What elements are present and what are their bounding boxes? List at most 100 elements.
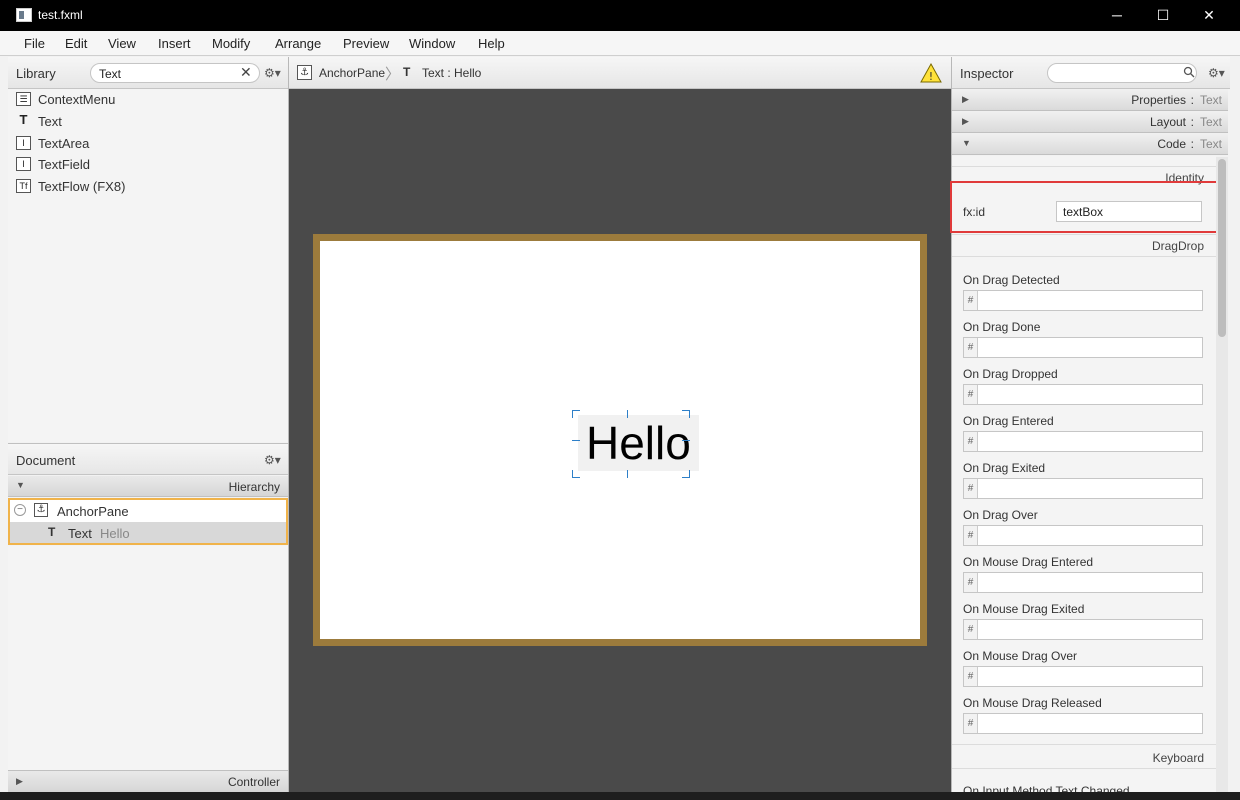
app-icon	[16, 8, 32, 22]
window-title: test.fxml	[38, 8, 83, 22]
handle-top-left[interactable]	[572, 410, 580, 418]
section-properties[interactable]: ▶ Properties : Text	[952, 89, 1228, 111]
on-mouse-drag-exited-input[interactable]: #	[963, 619, 1203, 640]
menu-modify[interactable]: Modify	[212, 36, 250, 51]
clear-search-icon[interactable]: ✕	[240, 64, 252, 81]
on-drag-exited-label: On Drag Exited	[963, 461, 1046, 475]
section-layout[interactable]: ▶ Layout : Text	[952, 111, 1228, 133]
anchor-pane-icon: ⚓	[297, 65, 312, 80]
fxid-input[interactable]: textBox	[1056, 201, 1202, 222]
controller-section-header[interactable]: ▶ Controller	[8, 770, 288, 792]
menu-insert[interactable]: Insert	[158, 36, 191, 51]
on-drag-entered-input[interactable]: #	[963, 431, 1203, 452]
handle-bottom-right[interactable]	[682, 470, 690, 478]
on-drag-exited-input[interactable]: #	[963, 478, 1203, 499]
collapse-icon[interactable]: −	[14, 504, 26, 516]
anchor-icon: ⚓	[34, 503, 48, 517]
document-gear-icon[interactable]: ⚙▾	[264, 453, 281, 467]
menu-help[interactable]: Help	[478, 36, 505, 51]
on-drag-detected-input[interactable]: #	[963, 290, 1203, 311]
handle-middle-right[interactable]	[682, 440, 690, 441]
inspector-gear-icon[interactable]: ⚙▾	[1208, 66, 1225, 80]
maximize-button[interactable]: ☐	[1140, 0, 1186, 31]
tree-item-text[interactable]: T Text Hello	[10, 522, 286, 543]
hash-icon: #	[964, 714, 978, 733]
inspector-search-input[interactable]	[1047, 63, 1197, 83]
on-drag-dropped-input[interactable]: #	[963, 384, 1203, 405]
breadcrumb-bar: ⚓ AnchorPane 〉 T Text : Hello !	[289, 57, 951, 89]
on-drag-dropped-label: On Drag Dropped	[963, 367, 1058, 381]
warning-icon[interactable]: !	[920, 63, 942, 83]
document-title: Document	[16, 453, 76, 468]
text-node-icon: T	[48, 525, 56, 539]
hash-icon: #	[964, 385, 978, 404]
hash-icon: #	[964, 338, 978, 357]
on-mouse-drag-released-input[interactable]: #	[963, 713, 1203, 734]
inspector-header: Inspector ⚙▾	[952, 57, 1230, 89]
handle-middle-left[interactable]	[572, 440, 580, 441]
document-header: Document ⚙▾	[8, 443, 288, 475]
hierarchy-tree: − ⚓ AnchorPane T Text Hello	[8, 498, 288, 545]
search-icon	[1183, 66, 1195, 78]
text-flow-icon: Tf	[16, 179, 31, 193]
hash-icon: #	[964, 432, 978, 451]
on-mouse-drag-exited-label: On Mouse Drag Exited	[963, 602, 1085, 616]
on-mouse-drag-entered-label: On Mouse Drag Entered	[963, 555, 1094, 569]
hash-icon: #	[964, 573, 978, 592]
content-canvas[interactable]: Hello	[289, 89, 951, 792]
handle-top-right[interactable]	[682, 410, 690, 418]
menu-file[interactable]: File	[24, 36, 45, 51]
handle-bottom-center[interactable]	[627, 470, 628, 478]
library-header: Library Text ✕ ⚙▾	[8, 57, 288, 89]
minimize-button[interactable]: ─	[1094, 0, 1140, 31]
library-search-input[interactable]: Text	[90, 63, 260, 83]
scene-builder-window: test.fxml ─ ☐ ✕ File Edit View Insert Mo…	[0, 0, 1240, 792]
collapse-arrow-icon: ▼	[16, 480, 25, 490]
expand-arrow-icon: ▶	[962, 94, 969, 104]
anchorpane-frame: Hello	[313, 234, 927, 646]
scrollbar-thumb[interactable]	[1218, 159, 1226, 337]
section-code[interactable]: ▼ Code : Text	[952, 133, 1228, 155]
menu-arrange[interactable]: Arrange	[275, 36, 321, 51]
handle-bottom-left[interactable]	[572, 470, 580, 478]
fxid-label: fx:id	[963, 205, 986, 219]
library-list: ☰ ContextMenu T Text I TextArea I TextFi…	[8, 89, 288, 442]
library-title: Library	[16, 66, 56, 81]
on-mouse-drag-entered-input[interactable]: #	[963, 572, 1203, 593]
hash-icon: #	[964, 526, 978, 545]
expand-arrow-icon: ▶	[962, 116, 969, 126]
breadcrumb-anchorpane[interactable]: AnchorPane	[319, 66, 385, 80]
expand-arrow-icon: ▶	[16, 776, 23, 786]
breadcrumb-separator-icon: 〉	[385, 66, 401, 83]
anchorpane-surface[interactable]: Hello	[320, 241, 920, 639]
on-drag-done-label: On Drag Done	[963, 320, 1041, 334]
hash-icon: #	[964, 667, 978, 686]
on-mouse-drag-over-input[interactable]: #	[963, 666, 1203, 687]
breadcrumb-text-hello[interactable]: Text : Hello	[422, 66, 481, 80]
close-button[interactable]: ✕	[1186, 0, 1232, 31]
on-drag-done-input[interactable]: #	[963, 337, 1203, 358]
on-drag-over-input[interactable]: #	[963, 525, 1203, 546]
menu-preview[interactable]: Preview	[343, 36, 389, 51]
dragdrop-label: DragDrop	[1151, 239, 1204, 253]
handle-top-center[interactable]	[627, 410, 628, 418]
menu-edit[interactable]: Edit	[65, 36, 87, 51]
context-menu-icon: ☰	[16, 92, 31, 106]
text-area-icon: I	[16, 136, 31, 150]
menu-view[interactable]: View	[108, 36, 136, 51]
keyboard-label: Keyboard	[1152, 751, 1204, 765]
on-mouse-drag-over-label: On Mouse Drag Over	[963, 649, 1078, 663]
menu-window[interactable]: Window	[409, 36, 455, 51]
svg-text:!: !	[929, 70, 933, 83]
inspector-scrollbar[interactable]	[1216, 157, 1228, 792]
hierarchy-section-header[interactable]: ▼ Hierarchy	[8, 476, 288, 497]
menu-bar: File Edit View Insert Modify Arrange Pre…	[0, 31, 1240, 56]
library-gear-icon[interactable]: ⚙▾	[264, 66, 281, 80]
selected-text-node[interactable]: Hello	[578, 415, 699, 471]
on-drag-entered-label: On Drag Entered	[963, 414, 1054, 428]
hash-icon: #	[964, 479, 978, 498]
breadcrumb-text-icon: T	[403, 65, 411, 79]
hash-icon: #	[964, 291, 978, 310]
hierarchy-label: Hierarchy	[228, 480, 280, 494]
tree-item-anchorpane[interactable]: − ⚓ AnchorPane	[10, 500, 286, 522]
